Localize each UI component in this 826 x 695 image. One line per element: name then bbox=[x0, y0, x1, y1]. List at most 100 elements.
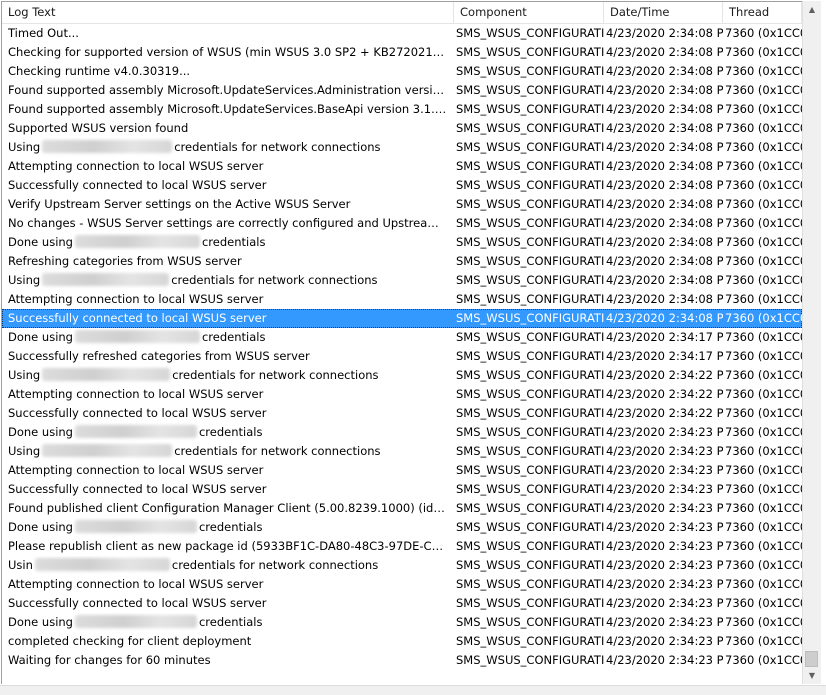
component-cell: SMS_WSUS_CONFIGURATION_MANAGER bbox=[456, 273, 604, 287]
log-text-cell: Refreshing categories from WSUS server bbox=[2, 252, 454, 271]
date-time-cell: 4/23/2020 2:34:08 PM bbox=[606, 83, 723, 97]
log-text-cell: Done using credentials bbox=[2, 613, 454, 632]
component-cell: SMS_WSUS_CONFIGURATION_MANAGER bbox=[456, 349, 604, 363]
log-row[interactable]: Successfully connected to local WSUS ser… bbox=[2, 309, 802, 328]
date-time-cell: 4/23/2020 2:34:23 PM bbox=[606, 520, 723, 534]
log-row[interactable]: Checking runtime v4.0.30319... SMS_WSUS_C… bbox=[2, 62, 802, 81]
column-header-log-text[interactable]: Log Text bbox=[2, 2, 454, 23]
log-row[interactable]: Using credentials for network connections… bbox=[2, 366, 802, 385]
log-row[interactable]: Using credentials for network connections… bbox=[2, 442, 802, 461]
log-row[interactable]: Done using credentials SMS_WSUS_CONFIGURAT… bbox=[2, 328, 802, 347]
thread-cell: 7360 (0x1CC0) bbox=[725, 26, 802, 40]
log-text-cell: Done using credentials bbox=[2, 518, 454, 537]
log-text-suffix: credentials for network connections bbox=[171, 273, 378, 287]
log-text-suffix: credentials bbox=[201, 330, 266, 344]
log-text: Successfully connected to local WSUS ser… bbox=[8, 178, 267, 192]
log-text: Waiting for changes for 60 minutes bbox=[8, 653, 211, 667]
log-grid: Log Text Component Date/Time Thread Time… bbox=[1, 1, 802, 684]
log-text-cell: No changes - WSUS Server settings are co… bbox=[2, 214, 454, 233]
redacted-account-name bbox=[34, 558, 170, 571]
log-text: Done using bbox=[8, 425, 73, 439]
log-row[interactable]: Found supported assembly Microsoft.Updat… bbox=[2, 81, 802, 100]
date-time-cell: 4/23/2020 2:34:08 PM bbox=[606, 216, 723, 230]
log-row[interactable]: Timed Out... SMS_WSUS_CONFIGURATION_MANAG… bbox=[2, 24, 802, 43]
log-row[interactable]: Attempting connection to local WSUS serv… bbox=[2, 575, 802, 594]
log-row[interactable]: Usin credentials for network connections S… bbox=[2, 556, 802, 575]
date-time-cell: 4/23/2020 2:34:08 PM bbox=[606, 311, 723, 325]
column-header-component[interactable]: Component bbox=[454, 2, 604, 23]
log-row[interactable]: Using credentials for network connections… bbox=[2, 271, 802, 290]
log-row[interactable]: Attempting connection to local WSUS serv… bbox=[2, 290, 802, 309]
log-row[interactable]: Successfully refreshed categories from W… bbox=[2, 347, 802, 366]
log-row[interactable]: Successfully connected to local WSUS ser… bbox=[2, 594, 802, 613]
thread-cell: 7360 (0x1CC0) bbox=[725, 197, 802, 211]
log-row[interactable]: Successfully connected to local WSUS ser… bbox=[2, 404, 802, 423]
log-text-cell: Verify Upstream Server settings on the A… bbox=[2, 195, 454, 214]
log-row[interactable]: Successfully connected to local WSUS ser… bbox=[2, 176, 802, 195]
scrollbar-thumb[interactable] bbox=[805, 651, 818, 667]
column-header-thread[interactable]: Thread bbox=[723, 2, 802, 23]
log-text-suffix: credentials for network connections bbox=[174, 140, 381, 154]
log-row[interactable]: Supported WSUS version found SMS_WSUS_CON… bbox=[2, 119, 802, 138]
log-text: Successfully connected to local WSUS ser… bbox=[8, 596, 267, 610]
log-text-suffix: credentials bbox=[198, 425, 263, 439]
thread-cell: 7360 (0x1CC0) bbox=[725, 330, 802, 344]
scroll-down-arrow-icon[interactable]: ▼ bbox=[803, 667, 821, 684]
log-row[interactable]: Refreshing categories from WSUS server SM… bbox=[2, 252, 802, 271]
log-text: Done using bbox=[8, 615, 73, 629]
date-time-cell: 4/23/2020 2:34:17 PM bbox=[606, 349, 723, 363]
log-text-cell: Found supported assembly Microsoft.Updat… bbox=[2, 100, 454, 119]
component-cell: SMS_WSUS_CONFIGURATION_MANAGER bbox=[456, 102, 604, 116]
component-cell: SMS_WSUS_CONFIGURATION_MANAGER bbox=[456, 45, 604, 59]
log-row[interactable]: completed checking for client deployment… bbox=[2, 632, 802, 651]
log-text-cell: Done using credentials bbox=[2, 328, 454, 347]
thread-cell: 7360 (0x1CC0) bbox=[725, 615, 802, 629]
column-header-date-time[interactable]: Date/Time bbox=[604, 2, 723, 23]
log-row[interactable]: Please republish client as new package i… bbox=[2, 537, 802, 556]
thread-cell: 7360 (0x1CC0) bbox=[725, 634, 802, 648]
log-row[interactable]: Found published client Configuration Man… bbox=[2, 499, 802, 518]
component-cell: SMS_WSUS_CONFIGURATION_MANAGER bbox=[456, 197, 604, 211]
log-text: Found published client Configuration Man… bbox=[8, 501, 454, 515]
thread-cell: 7360 (0x1CC0) bbox=[725, 577, 802, 591]
log-text: Using bbox=[8, 368, 41, 382]
log-text: Successfully connected to local WSUS ser… bbox=[8, 311, 267, 325]
component-cell: SMS_WSUS_CONFIGURATION_MANAGER bbox=[456, 83, 604, 97]
log-text-cell: Timed Out... bbox=[2, 24, 454, 43]
log-text-cell: Using credentials for network connections bbox=[2, 442, 454, 461]
component-cell: SMS_WSUS_CONFIGURATION_MANAGER bbox=[456, 26, 604, 40]
log-text: Please republish client as new package i… bbox=[8, 539, 454, 553]
log-row[interactable]: Verify Upstream Server settings on the A… bbox=[2, 195, 802, 214]
log-row[interactable]: Successfully connected to local WSUS ser… bbox=[2, 480, 802, 499]
log-text: Done using bbox=[8, 330, 73, 344]
scroll-up-arrow-icon[interactable]: ▲ bbox=[803, 1, 821, 18]
log-row[interactable]: Attempting connection to local WSUS serv… bbox=[2, 385, 802, 404]
date-time-cell: 4/23/2020 2:34:08 PM bbox=[606, 140, 723, 154]
log-text-cell: Please republish client as new package i… bbox=[2, 537, 454, 556]
log-row[interactable]: Waiting for changes for 60 minutes SMS_WS… bbox=[2, 651, 802, 670]
log-text: No changes - WSUS Server settings are co… bbox=[8, 216, 454, 230]
vertical-scrollbar[interactable]: ▲ ▼ bbox=[802, 1, 821, 684]
log-row[interactable]: Done using credentials SMS_WSUS_CONFIGURAT… bbox=[2, 423, 802, 442]
log-text: Verify Upstream Server settings on the A… bbox=[8, 197, 351, 211]
thread-cell: 7360 (0x1CC0) bbox=[725, 273, 802, 287]
log-row[interactable]: No changes - WSUS Server settings are co… bbox=[2, 214, 802, 233]
log-row[interactable]: Attempting connection to local WSUS serv… bbox=[2, 461, 802, 480]
log-row[interactable]: Attempting connection to local WSUS serv… bbox=[2, 157, 802, 176]
thread-cell: 7360 (0x1CC0) bbox=[725, 216, 802, 230]
component-cell: SMS_WSUS_CONFIGURATION_MANAGER bbox=[456, 444, 604, 458]
date-time-cell: 4/23/2020 2:34:23 PM bbox=[606, 539, 723, 553]
log-text-cell: Checking runtime v4.0.30319... bbox=[2, 62, 454, 81]
component-cell: SMS_WSUS_CONFIGURATION_MANAGER bbox=[456, 539, 604, 553]
log-row[interactable]: Done using credentials SMS_WSUS_CONFIGURAT… bbox=[2, 613, 802, 632]
date-time-cell: 4/23/2020 2:34:08 PM bbox=[606, 197, 723, 211]
log-row[interactable]: Done using credentials SMS_WSUS_CONFIGURAT… bbox=[2, 233, 802, 252]
log-text-cell: Successfully connected to local WSUS ser… bbox=[2, 594, 454, 613]
log-row[interactable]: Using credentials for network connections… bbox=[2, 138, 802, 157]
redacted-account-name bbox=[74, 615, 197, 628]
log-row[interactable]: Checking for supported version of WSUS (… bbox=[2, 43, 802, 62]
component-cell: SMS_WSUS_CONFIGURATION_MANAGER bbox=[456, 406, 604, 420]
log-viewer-window: Log Text Component Date/Time Thread Time… bbox=[0, 0, 826, 695]
log-row[interactable]: Done using credentials SMS_WSUS_CONFIGURAT… bbox=[2, 518, 802, 537]
log-row[interactable]: Found supported assembly Microsoft.Updat… bbox=[2, 100, 802, 119]
